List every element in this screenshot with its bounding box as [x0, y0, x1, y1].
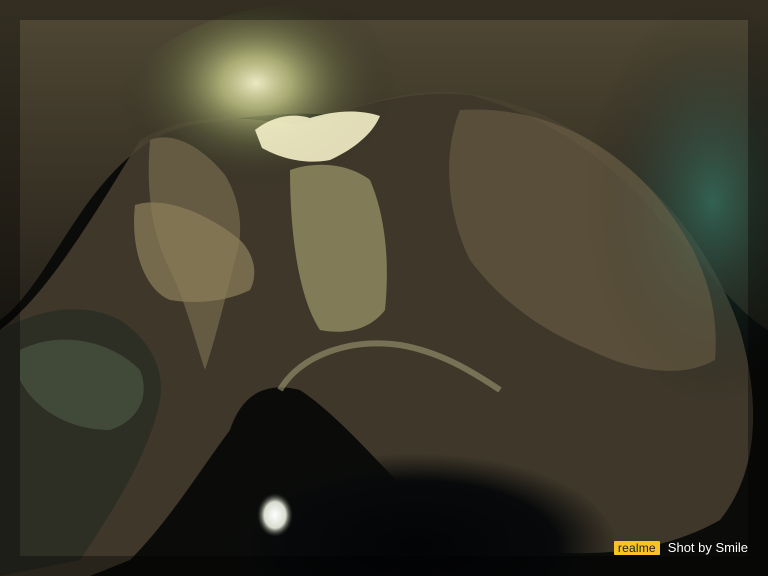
camera-watermark: realme Shot by Smile: [613, 540, 748, 556]
cave-illustration: [0, 0, 768, 576]
light-opening: [257, 493, 293, 537]
brand-badge: realme: [613, 541, 660, 555]
cave-photo: realme Shot by Smile: [0, 0, 768, 576]
watermark-caption: Shot by Smile: [667, 540, 748, 555]
